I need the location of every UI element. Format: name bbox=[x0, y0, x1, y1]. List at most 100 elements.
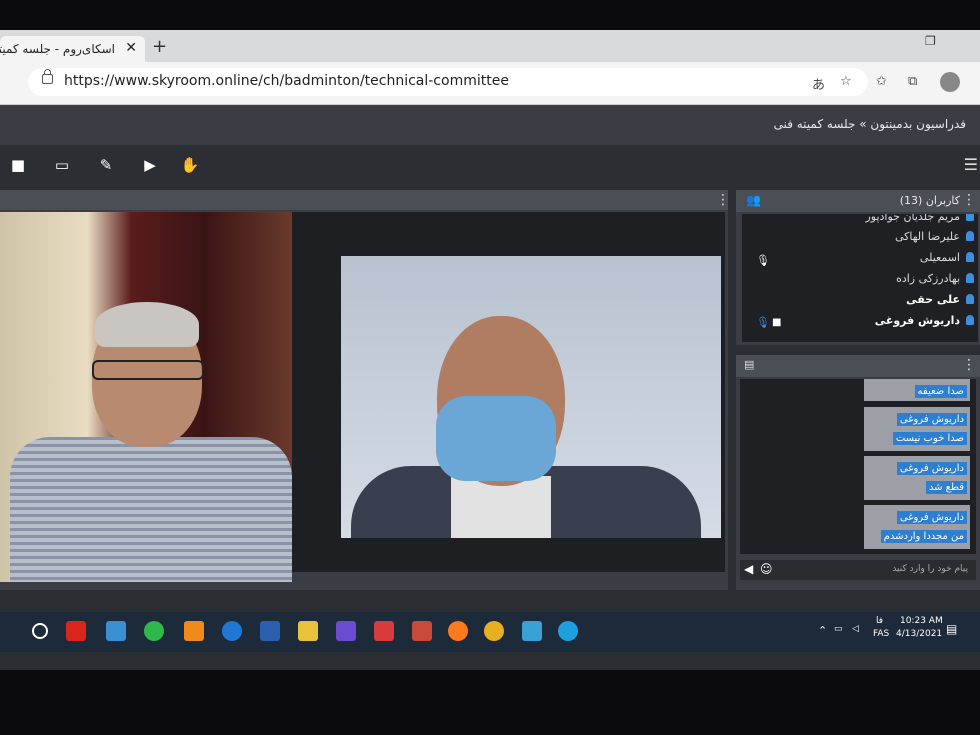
photos-icon[interactable] bbox=[522, 621, 542, 641]
app-toolbar: ■ ▭ ✎ ▶ ✋ ☰ bbox=[0, 145, 980, 185]
user-row[interactable]: داریوش فروغی bbox=[875, 314, 974, 332]
chat-options-icon[interactable]: ⋮ bbox=[962, 357, 976, 373]
message-sender: داریوش فروغی bbox=[896, 511, 967, 524]
menu-icon[interactable]: ☰ bbox=[964, 155, 978, 174]
new-tab-button[interactable]: + bbox=[152, 36, 167, 57]
favorite-add-icon[interactable]: ☆ bbox=[840, 74, 852, 89]
video-panel: ⋮ bbox=[0, 190, 730, 590]
chat-input[interactable]: پیام خود را وارد کنید ◀ ☺ bbox=[740, 560, 976, 580]
tray-chevron-icon[interactable]: ⌃ bbox=[818, 624, 827, 637]
mic-active-icon: 🎙 bbox=[756, 316, 770, 329]
user-name: داریوش فروغی bbox=[874, 314, 960, 327]
users-icon: 👥 bbox=[746, 193, 761, 207]
user-row[interactable]: اسمعیلی bbox=[920, 251, 974, 269]
user-name: علیرضا الهاکی bbox=[894, 230, 960, 243]
chat-icon: ▤ bbox=[744, 358, 755, 371]
user-name: مریم جلدیان جوادپور bbox=[865, 214, 960, 223]
input-language[interactable]: FAS bbox=[873, 629, 889, 639]
chat-message: داریوش فروغی صدا خوب نیست bbox=[864, 407, 970, 451]
message-sender: داریوش فروغی bbox=[896, 462, 967, 475]
app-icon-red[interactable] bbox=[374, 621, 394, 641]
video-area bbox=[0, 212, 725, 582]
screen: اسکای‌روم - جلسه کمیته فنی ✕ + ❐ https:/… bbox=[0, 30, 980, 670]
users-options-icon[interactable]: ⋮ bbox=[962, 192, 976, 208]
users-panel: 👥 کاربران (13) ⋮ مریم جلدیان جوادپور علی… bbox=[736, 190, 980, 345]
profile-avatar[interactable] bbox=[940, 72, 960, 92]
message-text: صدا خوب نیست bbox=[892, 432, 967, 445]
emoji-icon[interactable]: ☺ bbox=[760, 562, 773, 576]
sticky-notes-icon[interactable] bbox=[298, 621, 318, 641]
whatsapp-icon[interactable] bbox=[144, 621, 164, 641]
user-row[interactable]: علی حقی bbox=[906, 293, 974, 311]
word-icon[interactable] bbox=[260, 621, 280, 641]
raise-hand-icon[interactable]: ✋ bbox=[180, 155, 200, 175]
user-icon bbox=[966, 252, 974, 262]
chrome-icon[interactable] bbox=[484, 621, 504, 641]
acrobat-icon[interactable] bbox=[66, 621, 86, 641]
chat-input-placeholder: پیام خود را وارد کنید bbox=[892, 564, 968, 574]
battery-icon[interactable]: ▭ bbox=[834, 624, 843, 634]
favorites-icon[interactable]: ✩ bbox=[876, 74, 887, 89]
participant-1-hair bbox=[95, 302, 199, 347]
lock-icon bbox=[42, 69, 53, 84]
user-icon bbox=[966, 273, 974, 283]
cortana-icon[interactable] bbox=[32, 623, 48, 639]
tab-title: اسکای‌روم - جلسه کمیته فنی bbox=[0, 42, 115, 56]
close-tab-icon[interactable]: ✕ bbox=[125, 40, 137, 56]
users-list: مریم جلدیان جوادپور علیرضا الهاکی اسمعیل… bbox=[742, 214, 978, 342]
user-row[interactable]: علیرضا الهاکی bbox=[895, 230, 974, 248]
user-icon bbox=[966, 315, 974, 325]
mic-icon: 🎙 bbox=[756, 254, 770, 267]
participant-1-glasses bbox=[92, 360, 204, 380]
user-row[interactable]: مریم جلدیان جوادپور bbox=[865, 214, 974, 228]
video-options-icon[interactable]: ⋮ bbox=[716, 192, 730, 208]
browser-tab[interactable]: اسکای‌روم - جلسه کمیته فنی ✕ bbox=[0, 36, 145, 62]
user-row[interactable]: بهادرزکی زاده bbox=[896, 272, 974, 290]
screen-share-icon[interactable]: ▭ bbox=[52, 155, 72, 175]
users-panel-header: 👥 کاربران (13) ⋮ bbox=[736, 190, 980, 212]
camera-icon[interactable]: ■ bbox=[8, 155, 28, 175]
user-name: اسمعیلی bbox=[919, 251, 960, 264]
whiteboard-brush-icon[interactable]: ✎ bbox=[96, 155, 116, 175]
restore-window-icon[interactable]: ❐ bbox=[925, 34, 936, 48]
participant-1-shirt bbox=[10, 437, 292, 582]
paint-icon[interactable] bbox=[412, 621, 432, 641]
app-header: فدراسیون بدمینتون » جلسه کمیته فنی bbox=[0, 105, 980, 145]
user-name: علی حقی bbox=[906, 293, 960, 306]
media-play-icon[interactable]: ▶ bbox=[140, 155, 160, 175]
read-aloud-icon[interactable]: あ bbox=[812, 74, 825, 93]
message-text: صدا ضعیفه bbox=[914, 385, 967, 398]
camera-small-icon: ■ bbox=[772, 317, 782, 328]
app-icon[interactable] bbox=[106, 621, 126, 641]
users-title: کاربران (13) bbox=[899, 194, 960, 207]
collections-icon[interactable]: ⧉ bbox=[908, 74, 917, 89]
address-bar: https://www.skyroom.online/ch/badminton/… bbox=[0, 62, 980, 105]
chat-panel: ▤ ⋮ صدا ضعیفه داریوش فروغی صدا خوب نیست … bbox=[736, 355, 980, 590]
participant-2-mask bbox=[436, 396, 556, 481]
user-icon bbox=[966, 231, 974, 241]
firefox-icon[interactable] bbox=[448, 621, 468, 641]
message-sender: داریوش فروغی bbox=[896, 413, 967, 426]
send-icon[interactable]: ◀ bbox=[744, 562, 753, 576]
clock-time[interactable]: 10:23 AM bbox=[900, 616, 943, 626]
visual-studio-icon[interactable] bbox=[336, 621, 356, 641]
message-text: من مجددا واردشدم bbox=[880, 530, 967, 543]
chat-message: داریوش فروغی قطع شد bbox=[864, 456, 970, 500]
notifications-icon[interactable]: ▤ bbox=[946, 622, 957, 636]
windows-taskbar: ⌃ ▭ ◁ فا FAS 10:23 AM 4/13/2021 ▤ bbox=[0, 612, 980, 652]
user-icon bbox=[966, 214, 974, 221]
volume-icon[interactable]: ◁ bbox=[852, 624, 859, 634]
url-text: https://www.skyroom.online/ch/badminton/… bbox=[64, 73, 509, 89]
participant-video-1 bbox=[0, 212, 292, 582]
edge-icon[interactable] bbox=[558, 621, 578, 641]
clock-date[interactable]: 4/13/2021 bbox=[896, 629, 942, 639]
vlc-icon[interactable] bbox=[184, 621, 204, 641]
url-field[interactable]: https://www.skyroom.online/ch/badminton/… bbox=[28, 68, 868, 96]
breadcrumb: فدراسیون بدمینتون » جلسه کمیته فنی bbox=[773, 117, 966, 131]
video-panel-header: ⋮ bbox=[0, 190, 730, 210]
internet-explorer-icon[interactable] bbox=[222, 621, 242, 641]
chat-message: داریوش فروغی من مجددا واردشدم bbox=[864, 505, 970, 549]
input-language-short[interactable]: فا bbox=[876, 616, 883, 626]
user-name: بهادرزکی زاده bbox=[896, 272, 960, 285]
browser-tab-bar: اسکای‌روم - جلسه کمیته فنی ✕ + ❐ bbox=[0, 30, 980, 62]
